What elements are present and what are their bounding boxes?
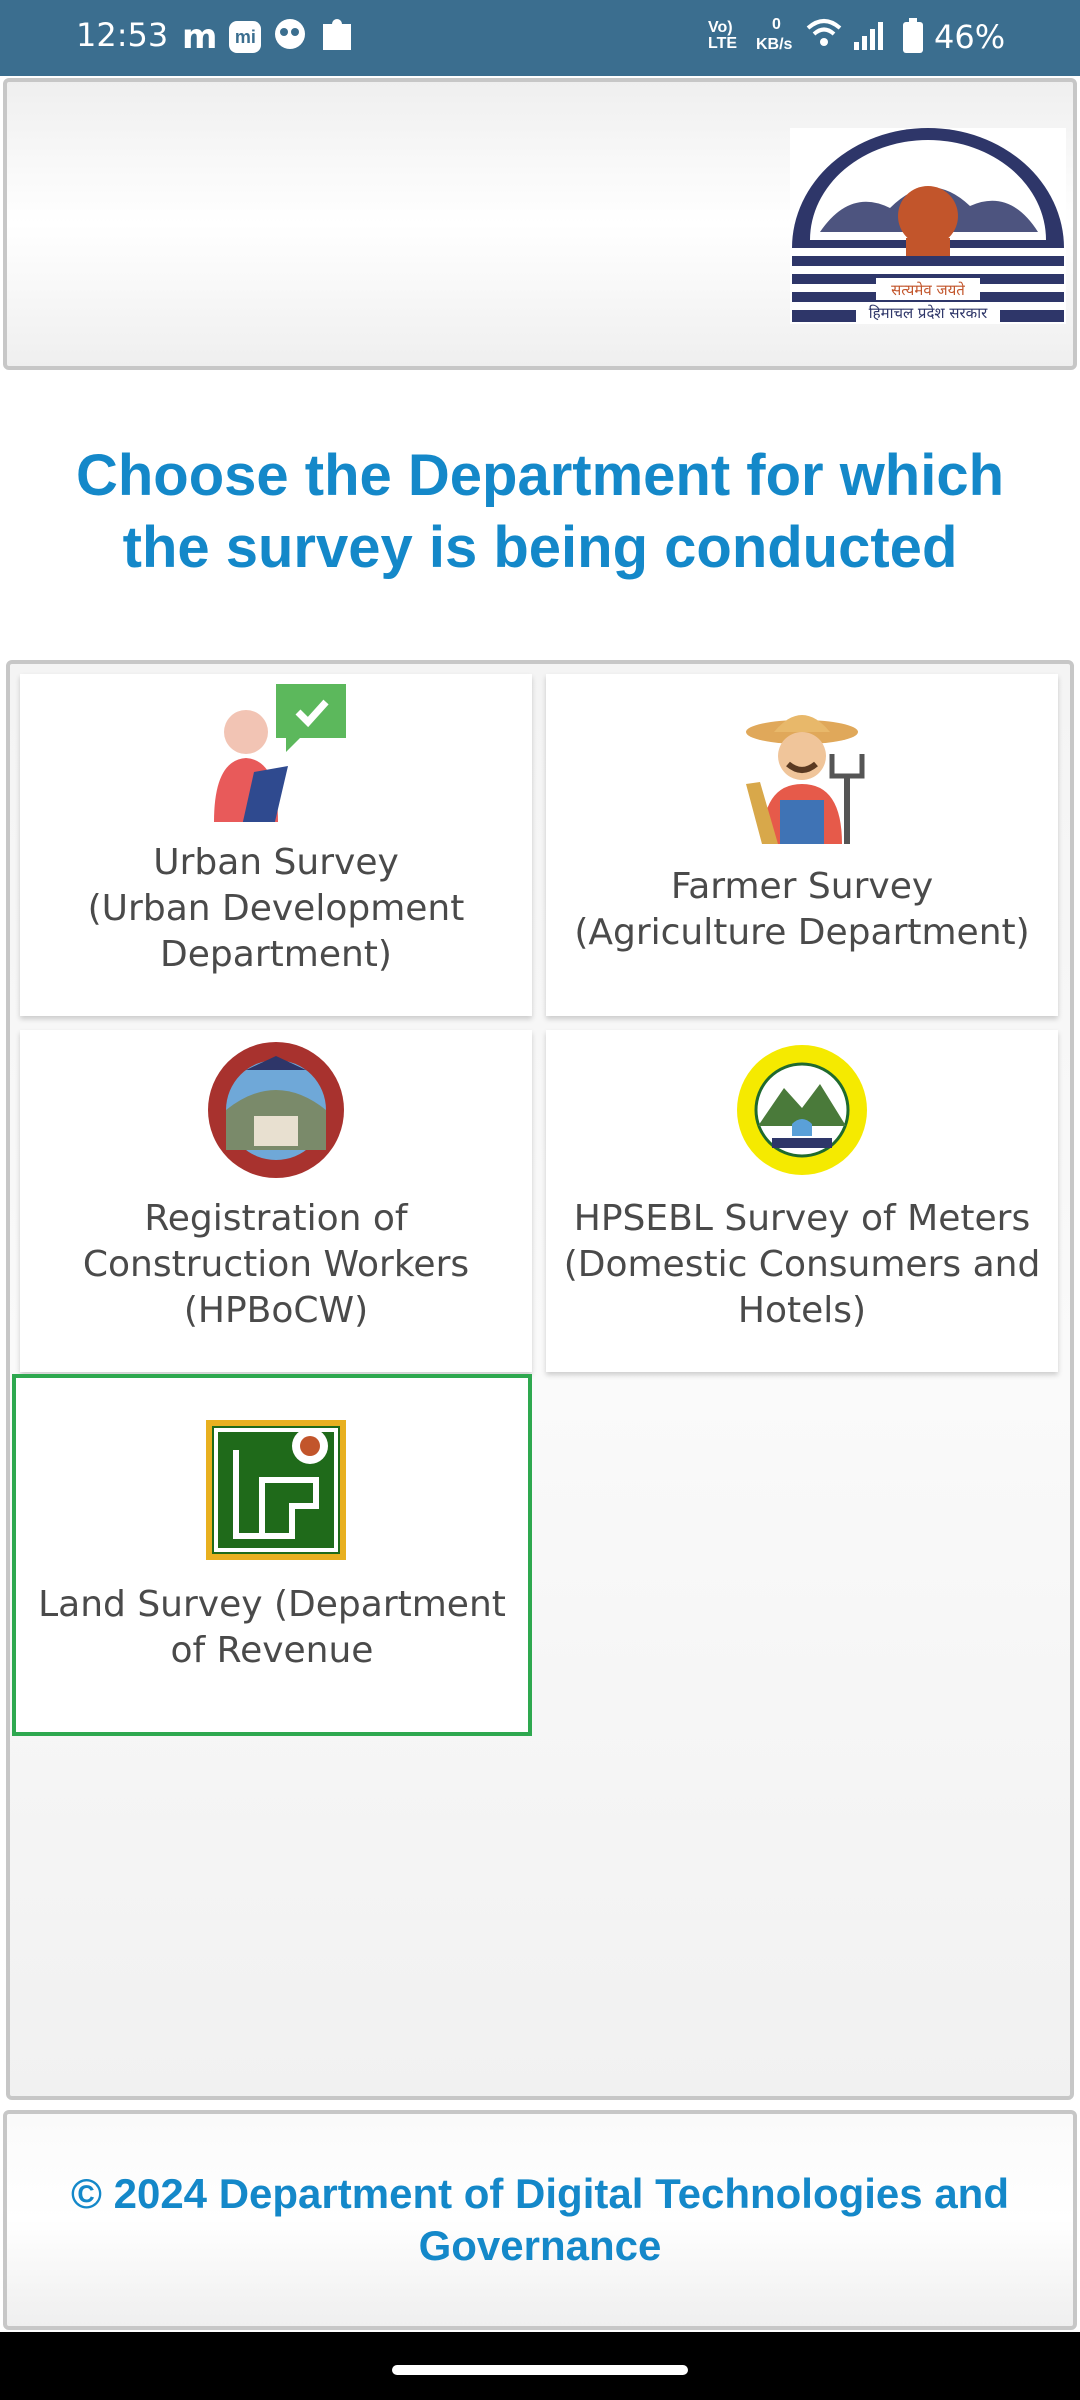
signal-icon xyxy=(854,20,886,55)
network-type-label: Vo) LTE xyxy=(708,19,738,52)
notification-icons: m mi xyxy=(182,14,355,59)
status-indicators: Vo) LTE 0 KB/s 46% xyxy=(650,0,1080,76)
tile-farmer-survey-label: Farmer Survey (Agriculture Department) xyxy=(574,866,1030,953)
tile-construction-workers[interactable]: Registration of Construction Workers (HP… xyxy=(20,1030,532,1372)
hpsebl-logo-icon xyxy=(736,1044,868,1176)
tile-construction-workers-label: Registration of Construction Workers (HP… xyxy=(82,1198,470,1331)
tile-land-survey-label: Land Survey (Department of Revenue xyxy=(38,1584,506,1671)
page-title: Choose the Department for which the surv… xyxy=(75,443,1005,580)
urban-survey-icon xyxy=(206,682,346,826)
speed-value: 0 xyxy=(772,16,781,33)
tile-hpsebl-meters-label: HPSEBL Survey of Meters (Domestic Consum… xyxy=(563,1198,1041,1331)
tile-land-survey[interactable]: Land Survey (Department of Revenue xyxy=(12,1374,532,1736)
land-survey-icon xyxy=(206,1420,346,1560)
emblem-motto: सत्यमेव जयते xyxy=(891,281,965,299)
status-time: 12:53 xyxy=(76,16,169,54)
tile-hpsebl-meters[interactable]: HPSEBL Survey of Meters (Domestic Consum… xyxy=(546,1030,1058,1372)
farmer-icon xyxy=(732,704,872,844)
tile-urban-survey[interactable]: Urban Survey (Urban Development Departme… xyxy=(20,674,532,1016)
mi-icon: mi xyxy=(229,20,262,53)
hpbocw-logo-icon xyxy=(206,1040,346,1180)
tile-farmer-survey[interactable]: Farmer Survey (Agriculture Department) xyxy=(546,674,1058,1016)
m-app-icon: m xyxy=(182,16,218,57)
emblem-govt-name: हिमाचल प्रदेश सरकार xyxy=(869,304,988,322)
tile-urban-survey-label: Urban Survey (Urban Development Departme… xyxy=(87,842,465,975)
chat-icon xyxy=(273,17,307,56)
wifi-icon xyxy=(806,18,842,55)
puzzle-icon xyxy=(319,14,355,59)
speed-unit: KB/s xyxy=(756,36,793,53)
battery-icon xyxy=(902,18,924,59)
footer-copyright: © 2024 Department of Digital Technologie… xyxy=(70,2170,1009,2269)
battery-percent: 46% xyxy=(934,18,1006,56)
himachal-emblem-logo: सत्यमेव जयते हिमाचल प्रदेश सरकार xyxy=(790,128,1066,324)
home-gesture-bar[interactable] xyxy=(392,2365,688,2375)
status-bar: 12:53 m mi Vo) LTE 0 KB/s 46% xyxy=(0,0,1080,76)
